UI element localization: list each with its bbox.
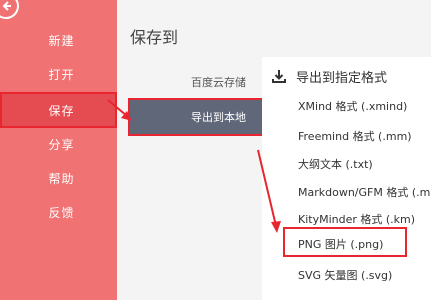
save-target-local-export[interactable]: 导出到本地 xyxy=(130,100,262,134)
back-button[interactable] xyxy=(0,0,19,19)
sidebar-item-label: 新建 xyxy=(48,33,75,48)
download-icon xyxy=(272,70,286,83)
save-target-baidu-cloud[interactable]: 百度云存储 xyxy=(130,64,262,100)
sidebar-item-open[interactable]: 打开 xyxy=(0,58,117,90)
format-option-freemind[interactable]: Freemind 格式 (.mm) xyxy=(298,128,412,144)
export-format-header: 导出到指定格式 xyxy=(272,66,387,86)
sidebar-item-label: 保存 xyxy=(48,103,75,118)
format-option-png[interactable]: PNG 图片 (.png) xyxy=(298,236,383,252)
sidebar-item-label: 分享 xyxy=(48,137,75,152)
back-arrow-icon xyxy=(2,1,11,11)
export-format-title: 导出到指定格式 xyxy=(296,70,388,86)
sidebar-item-label: 帮助 xyxy=(48,171,75,186)
save-target-label: 导出到本地 xyxy=(191,111,246,124)
format-option-svg[interactable]: SVG 矢量图 (.svg) xyxy=(298,267,392,283)
sidebar-item-help[interactable]: 帮助 xyxy=(0,162,117,194)
format-option-txt[interactable]: 大纲文本 (.txt) xyxy=(298,156,373,172)
sidebar-item-new[interactable]: 新建 xyxy=(0,24,117,56)
sidebar-item-label: 打开 xyxy=(48,67,75,82)
save-target-label: 百度云存储 xyxy=(191,76,246,89)
sidebar-item-label: 反馈 xyxy=(48,205,75,220)
export-format-panel xyxy=(262,57,431,300)
sidebar-item-save[interactable]: 保存 xyxy=(0,92,117,128)
page-title: 保存到 xyxy=(130,28,179,47)
sidebar: 新建 打开 保存 分享 帮助 反馈 xyxy=(0,0,117,300)
sidebar-item-feedback[interactable]: 反馈 xyxy=(0,196,117,228)
sidebar-item-share[interactable]: 分享 xyxy=(0,128,117,160)
format-option-xmind[interactable]: XMind 格式 (.xmind) xyxy=(298,98,407,114)
format-option-markdown[interactable]: Markdown/GFM 格式 (.md) xyxy=(298,184,431,200)
format-option-kityminder[interactable]: KityMinder 格式 (.km) xyxy=(298,211,415,227)
